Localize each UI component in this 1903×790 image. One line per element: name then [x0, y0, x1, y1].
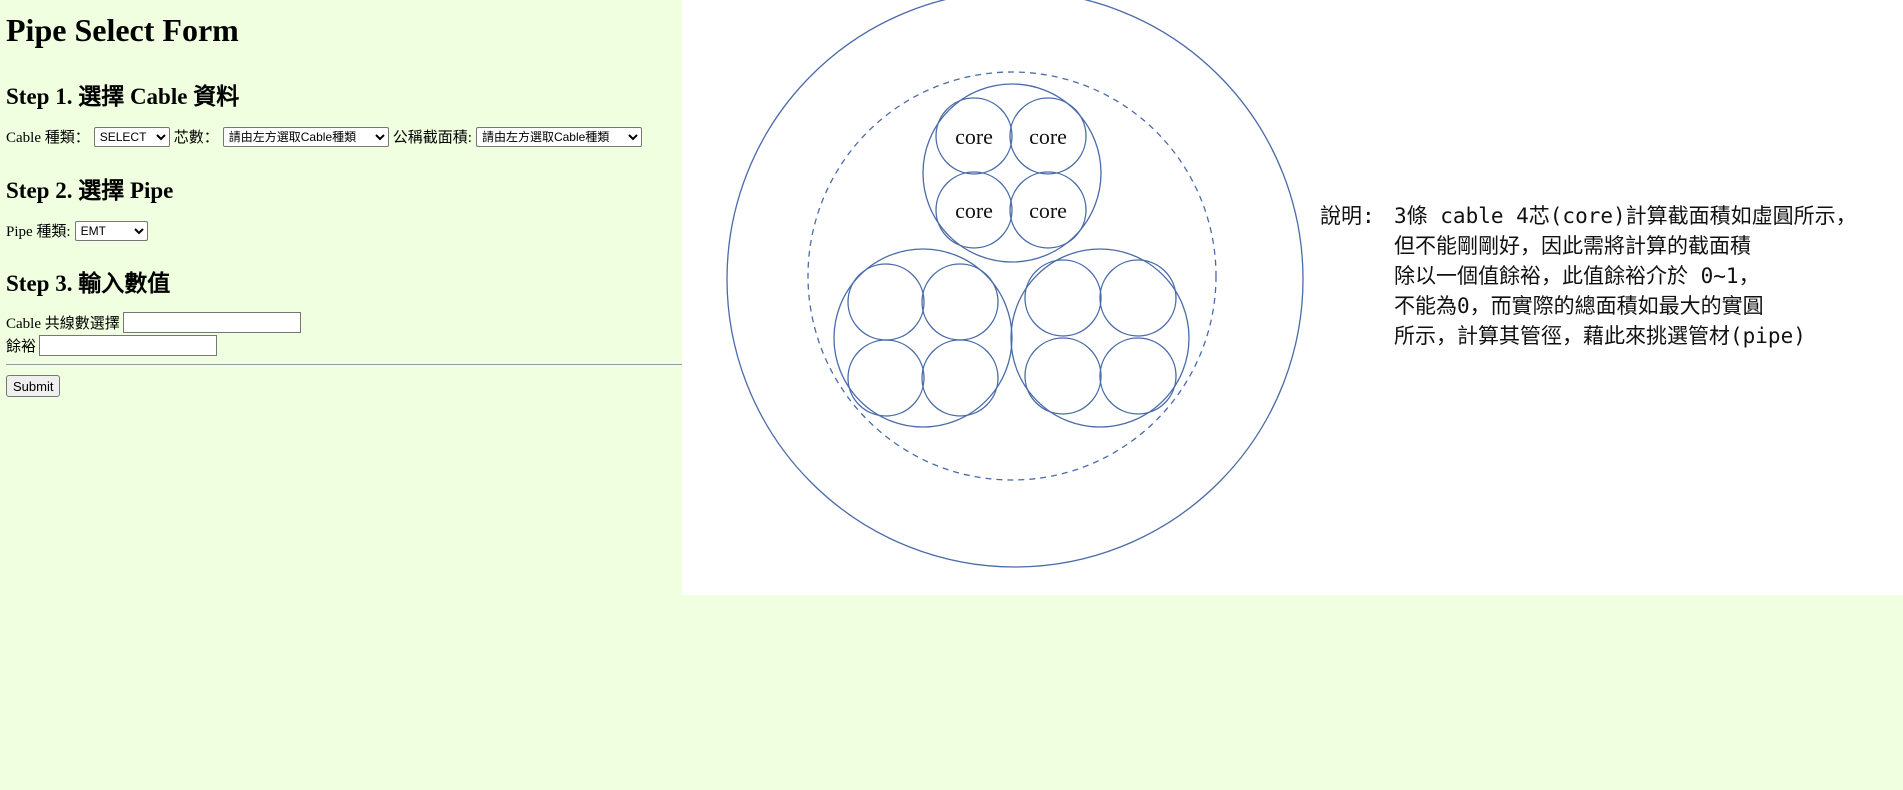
- core-count-label: 芯數：: [173, 130, 219, 146]
- margin-label: 餘裕: [6, 339, 37, 355]
- cable-circle: [922, 83, 1102, 263]
- step2-heading: Step 2. 選擇 Pipe: [6, 178, 174, 203]
- cable-diagram-panel: core core core core 說明: 3條 cable 4芯(core)計算…: [682, 0, 1903, 595]
- core-label: core: [955, 124, 993, 149]
- core-circle: [847, 263, 925, 341]
- description-line: 除以一個值餘裕，此值餘裕介於 0~1，: [1394, 264, 1760, 288]
- core-circle: [1099, 259, 1177, 337]
- pipe-row: Pipe 種類: EMT: [6, 220, 152, 241]
- cable-circle: [1010, 248, 1190, 428]
- cable-circle: [833, 248, 1013, 428]
- margin-input[interactable]: [39, 335, 218, 356]
- cable-count-input[interactable]: [122, 312, 301, 333]
- core-circle: [847, 339, 925, 417]
- cable-type-label: Cable 種類：: [6, 130, 90, 146]
- margin-row: 餘裕: [6, 335, 218, 356]
- core-label: core: [1029, 198, 1067, 223]
- pipe-type-label: Pipe 種類:: [6, 224, 71, 240]
- description-line: 但不能剛剛好，因此需將計算的截面積: [1394, 234, 1751, 258]
- pipe-type-select[interactable]: EMT: [74, 220, 148, 241]
- core-label: core: [955, 198, 993, 223]
- description-line: 3條 cable 4芯(core)計算截面積如虛圓所示，: [1394, 204, 1857, 228]
- nominal-area-label: 公稱截面積:: [392, 130, 472, 146]
- pipe-outer-circle: [726, 0, 1304, 568]
- step3-heading: Step 3. 輸入數值: [6, 271, 171, 296]
- cable-count-label: Cable 共線數選擇: [6, 316, 120, 332]
- cable-type-select[interactable]: SELECT: [93, 126, 170, 147]
- core-circle: [1099, 337, 1177, 415]
- core-circle: [1024, 259, 1102, 337]
- description-label: 說明:: [1320, 204, 1375, 228]
- core-circle: [1024, 337, 1102, 415]
- page-title: Pipe Select Form: [6, 12, 239, 48]
- description-line: 不能為0，而實際的總面積如最大的實圓: [1394, 294, 1764, 318]
- core-label: core: [1029, 124, 1067, 149]
- core-circle: [921, 339, 999, 417]
- cable-count-row: Cable 共線數選擇: [6, 312, 301, 333]
- core-count-select[interactable]: 請由左方選取Cable種類: [222, 126, 389, 147]
- cable-data-row: Cable 種類： SELECT 芯數： 請由左方選取Cable種類 公稱截面積…: [6, 126, 646, 147]
- submit-button[interactable]: Submit: [6, 375, 61, 397]
- core-circle: [921, 263, 999, 341]
- nominal-area-select[interactable]: 請由左方選取Cable種類: [475, 126, 642, 147]
- step1-heading: Step 1. 選擇 Cable 資料: [6, 84, 240, 109]
- description-line: 所示，計算其管徑，藉此來挑選管材(pipe): [1394, 324, 1806, 348]
